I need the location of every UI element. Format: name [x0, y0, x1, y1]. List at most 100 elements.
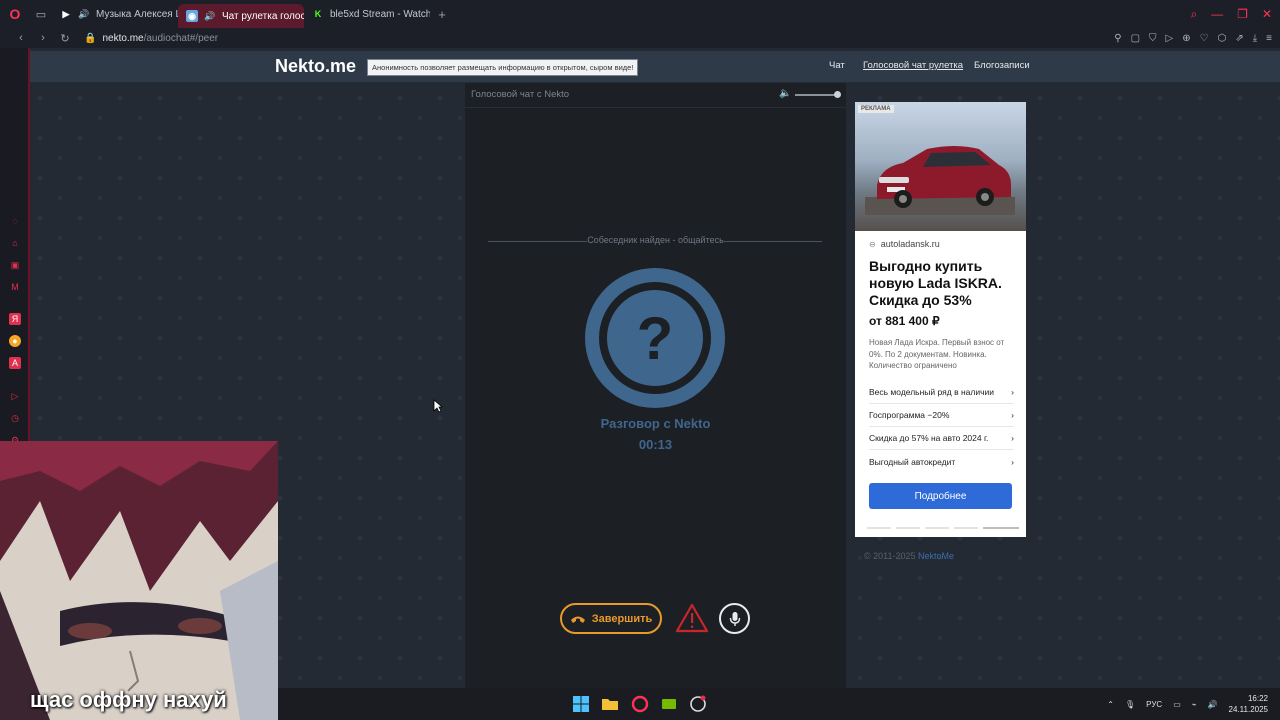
carousel-dot[interactable]	[867, 527, 891, 529]
hangup-icon	[570, 616, 585, 623]
ad-price: от 881 400 ₽	[869, 314, 940, 328]
carousel-dot[interactable]	[896, 527, 920, 529]
advertisement[interactable]: РЕКЛАМА ⊖ autoladansk.ru Выгодно купить …	[855, 102, 1026, 537]
volume-slider-knob[interactable]	[834, 91, 841, 98]
ad-link-label: Выгодный автокредит	[869, 456, 956, 467]
windows-taskbar: ⌃ 🎙 РУС ▭ ⌁ 🔊 16:22 24.11.2025	[278, 688, 1280, 720]
app-icon[interactable]: A	[9, 357, 21, 369]
file-explorer-icon[interactable]	[601, 695, 619, 713]
clock[interactable]: 16:22 24.11.2025	[1229, 693, 1268, 715]
chevron-up-icon[interactable]: ⌃	[1107, 700, 1114, 709]
new-tab-button[interactable]: +	[430, 0, 454, 28]
carousel-dot-active[interactable]	[983, 527, 1019, 529]
share-icon[interactable]: ⇗	[1235, 33, 1243, 44]
player-icon[interactable]: ▷	[9, 390, 21, 402]
tab-voice-chat[interactable]: ◉ 🔊 Чат рулетка голосо	[178, 4, 304, 28]
question-mark-icon: ?	[636, 304, 674, 372]
stream-caption: щас оффну нахуй	[30, 687, 227, 712]
voice-chat-panel: Голосовой чат с Nekto 🔈 Собеседник найде…	[465, 83, 846, 688]
chevron-right-icon: ›	[1011, 456, 1014, 467]
url-field[interactable]: 🔒 nekto.me/audiochat#/peer	[84, 33, 218, 44]
back-icon[interactable]: ‹	[12, 32, 30, 44]
obs-icon[interactable]	[689, 695, 707, 713]
conversation-label: Разговор с Nekto	[600, 416, 711, 431]
volume-slider[interactable]	[795, 94, 837, 96]
vpn-icon[interactable]: ⊕	[1182, 33, 1190, 44]
webcam-overlay	[0, 441, 278, 720]
windows-start-icon[interactable]	[572, 695, 590, 713]
ad-badge: РЕКЛАМА	[858, 105, 894, 113]
nav-blog[interactable]: Блогозаписи	[974, 60, 1030, 71]
clock-date: 24.11.2025	[1228, 705, 1268, 714]
nvidia-icon[interactable]	[660, 695, 678, 713]
end-call-label: Завершить	[591, 612, 653, 625]
ad-link-item[interactable]: Скидка до 57% на авто 2024 г. ›	[869, 427, 1014, 450]
call-timer: 00:13	[638, 437, 673, 452]
mouse-cursor-icon	[433, 399, 443, 413]
close-icon[interactable]: ✕	[1262, 7, 1272, 21]
ad-link-item[interactable]: Госпрограмма −20% ›	[869, 404, 1014, 427]
chevron-right-icon: ›	[1011, 410, 1014, 420]
crypto-wallet-icon[interactable]: ⌂	[9, 237, 21, 249]
opera-logo-icon[interactable]: O	[0, 0, 30, 28]
site-logo[interactable]: Nekto.me	[275, 56, 356, 77]
pin-icon[interactable]: ⚲	[1114, 33, 1121, 44]
network-icon[interactable]: ⌁	[1192, 700, 1197, 709]
avatar-ring: ?	[599, 282, 711, 394]
maximize-icon[interactable]: ❐	[1237, 7, 1248, 21]
extensions-icon[interactable]: ⬡	[1218, 33, 1227, 44]
brand-link[interactable]: NektoMe	[918, 551, 954, 561]
mail-icon[interactable]: M	[9, 281, 21, 293]
address-bar: ‹ › ↻ 🔒 nekto.me/audiochat#/peer ⚲ ▢ ⛉ ▷…	[0, 28, 1280, 48]
kick-favicon-icon: K	[314, 9, 322, 19]
shield-icon[interactable]: ⛉	[1149, 33, 1157, 44]
reload-icon[interactable]: ↻	[56, 32, 74, 45]
tab-kick-stream[interactable]: K ble5xd Stream - Watch Liv	[304, 0, 430, 28]
microphone-icon[interactable]: 🎙	[1125, 700, 1135, 709]
carousel-dot[interactable]	[925, 527, 949, 529]
window-controls: ⌕ — ❐ ✕	[1190, 0, 1272, 28]
ad-link-item[interactable]: Выгодный автокредит ›	[869, 450, 1014, 473]
url-path: /audiochat#/peer	[143, 32, 219, 44]
end-call-button[interactable]: Завершить	[560, 603, 662, 634]
ad-title[interactable]: Выгодно купить новую Lada ISKRA. Скидка …	[869, 258, 1019, 309]
display-icon[interactable]: ▭	[1173, 700, 1181, 709]
forward-icon[interactable]: ›	[34, 32, 52, 44]
tab-label: ble5xd Stream - Watch Liv	[330, 8, 430, 20]
workspaces-icon[interactable]: ▭	[30, 0, 52, 28]
play-icon: ▶	[62, 8, 70, 19]
ad-car-image[interactable]: РЕКЛАМА	[855, 102, 1026, 231]
carousel-dot[interactable]	[954, 527, 978, 529]
tab-music[interactable]: ▶ 🔊 Музыка Алексея Шл	[52, 0, 178, 28]
volume-icon[interactable]: 🔊	[1208, 700, 1218, 709]
snapshot-icon[interactable]: ▢	[1131, 33, 1140, 44]
history-icon[interactable]: ◷	[9, 412, 21, 424]
heart-icon[interactable]: ♡	[1200, 33, 1209, 44]
report-warning-icon[interactable]	[675, 603, 709, 633]
download-icon[interactable]: ⤓	[1253, 33, 1257, 44]
play-icon[interactable]: ▷	[1166, 33, 1174, 44]
car-illustration	[865, 146, 1015, 215]
messenger-icon[interactable]: ▣	[9, 259, 21, 271]
opera-icon[interactable]	[631, 695, 649, 713]
yandex-icon[interactable]: Я	[9, 313, 21, 325]
ad-details-button[interactable]: Подробнее	[869, 483, 1012, 509]
minimize-icon[interactable]: —	[1211, 7, 1223, 21]
tab-label: Чат рулетка голосо	[222, 10, 304, 22]
ad-domain[interactable]: ⊖ autoladansk.ru	[869, 239, 940, 249]
copyright-text: © 2011-2025	[864, 551, 916, 561]
easy-setup-icon[interactable]: ≡	[1266, 33, 1272, 44]
microphone-button[interactable]	[719, 603, 750, 634]
aria-icon[interactable]: ◌	[9, 215, 21, 227]
ad-links: Весь модельный ряд в наличии › Госпрограм…	[869, 381, 1014, 473]
nekto-favicon-icon: ◉	[186, 10, 198, 22]
bookmark-app-icon[interactable]: ●	[9, 335, 21, 347]
volume-icon[interactable]: 🔈	[779, 88, 791, 99]
language-indicator[interactable]: РУС	[1146, 700, 1162, 709]
search-icon[interactable]: ⌕	[1190, 7, 1197, 22]
anime-character-image	[0, 441, 278, 720]
nav-chat[interactable]: Чат	[829, 60, 845, 71]
nav-voice-chat[interactable]: Голосовой чат рулетка	[863, 60, 963, 71]
ad-link-item[interactable]: Весь модельный ряд в наличии ›	[869, 381, 1014, 404]
ad-link-label: Госпрограмма −20%	[869, 410, 950, 420]
